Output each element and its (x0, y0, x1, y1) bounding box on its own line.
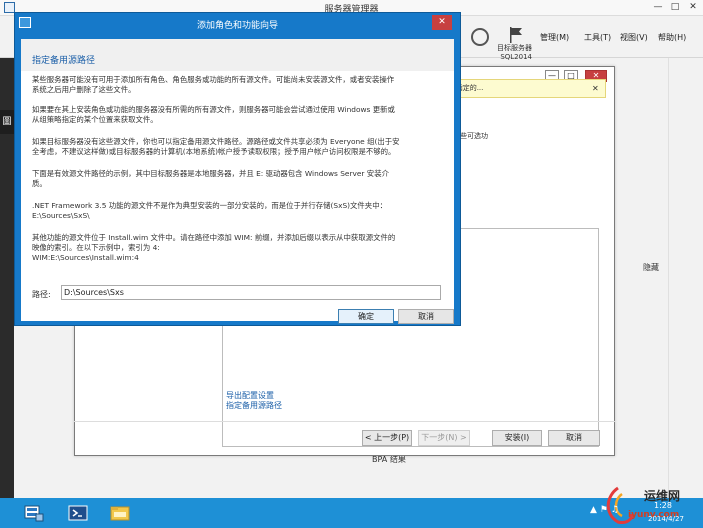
path-input[interactable] (61, 285, 441, 300)
wizard-cancel-button[interactable]: 取消 (548, 430, 600, 446)
server-manager-icon (24, 505, 44, 522)
ok-button[interactable]: 确定 (338, 309, 394, 324)
sidebar-item[interactable]: 圖 (0, 110, 14, 134)
warning-close-icon[interactable]: ✕ (592, 80, 599, 97)
notifications-flag-icon[interactable] (510, 27, 522, 43)
clock-date[interactable]: 2014/4/27 (648, 515, 684, 523)
dialog-close-button[interactable]: ✕ (432, 15, 452, 30)
taskbar-server-manager[interactable] (14, 498, 54, 528)
clock-time[interactable]: 1:28 (654, 501, 672, 510)
menu-help[interactable]: 帮助(H) (658, 32, 686, 43)
dialog-body: 指定备用源路径 某些服务器可能没有可用于添加所有角色、角色服务或功能的所有源文件… (21, 39, 454, 324)
powershell-icon (68, 505, 88, 521)
taskbar-powershell[interactable] (58, 498, 96, 528)
info-paragraph: 如果要在其上安装角色或功能的服务器没有所需的所有源文件，则服务器可能会尝试通过使… (32, 105, 395, 124)
specify-alternate-source-link[interactable]: 指定备用源路径 (226, 400, 282, 411)
folder-icon (110, 506, 130, 521)
dialog-titlebar: 添加角色和功能向导 ✕ (15, 13, 460, 33)
next-button[interactable]: 下一步(N) > (418, 430, 470, 446)
minimize-button[interactable]: — (651, 2, 665, 13)
menu-view[interactable]: 视图(V) (620, 32, 648, 43)
wizard-divider (74, 421, 615, 422)
info-paragraph: 下面是有效源文件路径的示例，其中目标服务器是本地服务器，并且 E: 驱动器包含 … (32, 169, 389, 188)
maximize-button[interactable]: □ (668, 2, 682, 13)
dialog-title: 添加角色和功能向导 (196, 21, 278, 31)
info-paragraph: 如果目标服务器没有这些源文件，你也可以指定备用源文件路径。源路径或文件共享必须为… (32, 137, 400, 156)
menu-tools[interactable]: 工具(T) (584, 32, 611, 43)
source-path-dialog: 添加角色和功能向导 ✕ 指定备用源路径 某些服务器可能没有可用于添加所有角色、角… (14, 12, 461, 326)
info-paragraph: 其他功能的源文件位于 Install.wim 文件中。请在路径中添加 WIM: … (32, 233, 396, 262)
menu-manage[interactable]: 管理(M) (540, 32, 569, 43)
system-tray-icons[interactable]: ▲ ⚑ ♫ (590, 505, 619, 515)
server-manager-sidebar: 圖 (0, 58, 14, 498)
dialog-cancel-button[interactable]: 取消 (398, 309, 454, 324)
target-server-title: 目标服务器 (497, 44, 532, 52)
info-paragraph: .NET Framework 3.5 功能的源文件不是作为典型安装的一部分安装的… (32, 201, 387, 220)
hide-link[interactable]: 隐藏 (643, 262, 659, 273)
install-button[interactable]: 安装(I) (492, 430, 542, 446)
right-scroll-area (668, 58, 703, 498)
close-button[interactable]: ✕ (686, 2, 700, 13)
info-paragraph: 某些服务器可能没有可用于添加所有角色、角色服务或功能的所有源文件。可能尚未安装源… (32, 75, 395, 94)
previous-button[interactable]: < 上一步(P) (362, 430, 412, 446)
taskbar-file-explorer[interactable] (100, 498, 138, 528)
dialog-header: 指定备用源路径 (21, 39, 454, 71)
dialog-heading: 指定备用源路径 (32, 56, 96, 66)
target-server-name: SQL2014 (500, 53, 532, 61)
path-label: 路径: (32, 290, 51, 299)
